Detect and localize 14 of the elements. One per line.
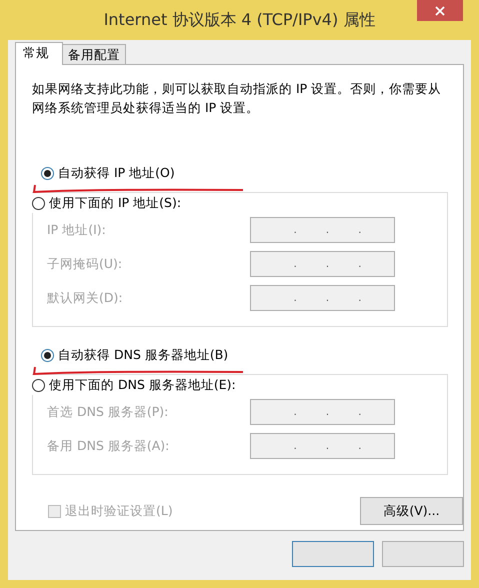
close-icon — [435, 6, 445, 16]
window-title: Internet 协议版本 4 (TCP/IPv4) 属性 — [104, 9, 376, 31]
dialog-button[interactable] — [292, 541, 374, 567]
field-label: IP 地址(I): — [47, 220, 107, 239]
advanced-button[interactable]: 高级(V)... — [360, 497, 463, 525]
description-text: 如果网络支持此功能，则可以获取自动指派的 IP 设置。否则，你需要从网络系统管理员处获得适当的 IP 设置。 — [32, 80, 442, 117]
field-label: 备用 DNS 服务器(A): — [47, 436, 170, 455]
dialog-button[interactable] — [382, 541, 464, 567]
field-label: 首选 DNS 服务器(P): — [47, 402, 170, 421]
close-button[interactable] — [417, 0, 463, 21]
tab[interactable]: 常规 — [15, 42, 63, 65]
field-label: 子网掩码(U): — [47, 254, 124, 273]
tab[interactable]: 备用配置 — [62, 44, 126, 64]
field-label: 默认网关(D): — [47, 288, 124, 307]
